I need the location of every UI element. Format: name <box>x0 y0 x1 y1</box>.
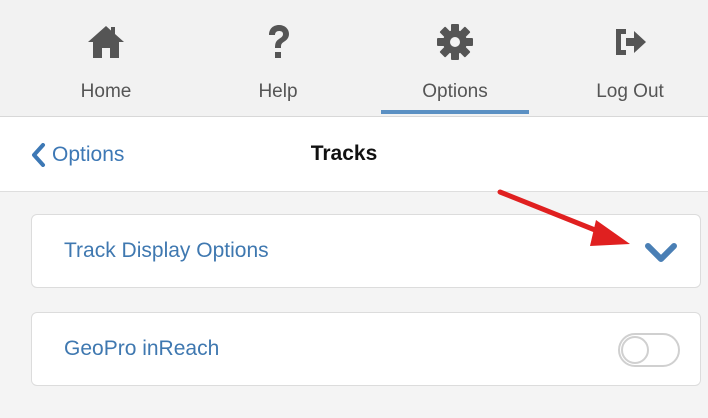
track-display-options-row[interactable]: Track Display Options <box>31 214 701 288</box>
page-title: Tracks <box>310 142 378 165</box>
nav-label-home: Home <box>80 81 132 102</box>
chevron-down-icon[interactable] <box>644 241 678 265</box>
geopro-inreach-label: GeoPro inReach <box>64 337 220 360</box>
nav-label-logout: Log Out <box>596 81 664 102</box>
gear-icon <box>437 24 473 60</box>
nav-item-home[interactable]: Home <box>26 0 186 116</box>
sub-header: Options Tracks <box>0 117 708 192</box>
toggle-knob <box>621 336 649 364</box>
logout-icon <box>616 29 646 55</box>
geopro-inreach-row: GeoPro inReach <box>31 312 701 386</box>
app-window: Home Help Options Log Out Options Tracks… <box>0 0 708 418</box>
nav-item-options[interactable]: Options <box>375 0 535 116</box>
active-tab-indicator <box>381 110 529 114</box>
nav-label-options: Options <box>422 81 488 102</box>
geopro-inreach-toggle[interactable] <box>618 333 680 367</box>
track-display-options-label: Track Display Options <box>64 239 269 262</box>
question-icon <box>269 25 289 58</box>
top-nav-bar: Home Help Options Log Out <box>0 0 708 117</box>
nav-label-help: Help <box>258 81 298 102</box>
home-icon <box>88 26 124 58</box>
nav-item-help[interactable]: Help <box>198 0 358 116</box>
nav-item-logout[interactable]: Log Out <box>550 0 708 116</box>
